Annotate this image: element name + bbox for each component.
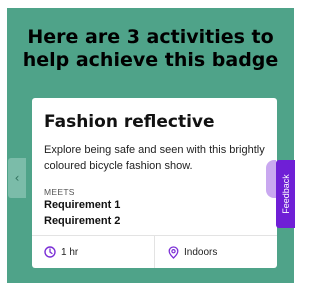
location-pin-icon bbox=[168, 246, 179, 259]
meets-label: MEETS bbox=[44, 187, 75, 197]
activities-panel: Here are 3 activities to help achieve th… bbox=[7, 8, 294, 283]
card-vertical-divider bbox=[154, 236, 155, 268]
requirement-item: Requirement 2 bbox=[44, 215, 121, 227]
activity-description: Explore being safe and seen with this br… bbox=[44, 144, 265, 172]
clock-icon bbox=[44, 246, 56, 258]
activity-title: Fashion reflective bbox=[44, 112, 215, 132]
feedback-tab[interactable]: Feedback bbox=[276, 160, 295, 228]
activity-card[interactable]: Fashion reflective Explore being safe an… bbox=[32, 98, 277, 268]
duration-text: 1 hr bbox=[61, 246, 79, 258]
chevron-left-icon: ‹ bbox=[14, 171, 20, 185]
requirement-item: Requirement 1 bbox=[44, 199, 121, 211]
next-card-peek bbox=[266, 160, 276, 198]
section-heading: Here are 3 activities to help achieve th… bbox=[22, 26, 279, 71]
location-text: Indoors bbox=[184, 247, 218, 258]
feedback-label: Feedback bbox=[280, 174, 291, 214]
duration-meta: 1 hr bbox=[44, 246, 78, 258]
location-meta: Indoors bbox=[168, 246, 217, 259]
carousel-prev-button[interactable]: ‹ bbox=[8, 158, 26, 198]
